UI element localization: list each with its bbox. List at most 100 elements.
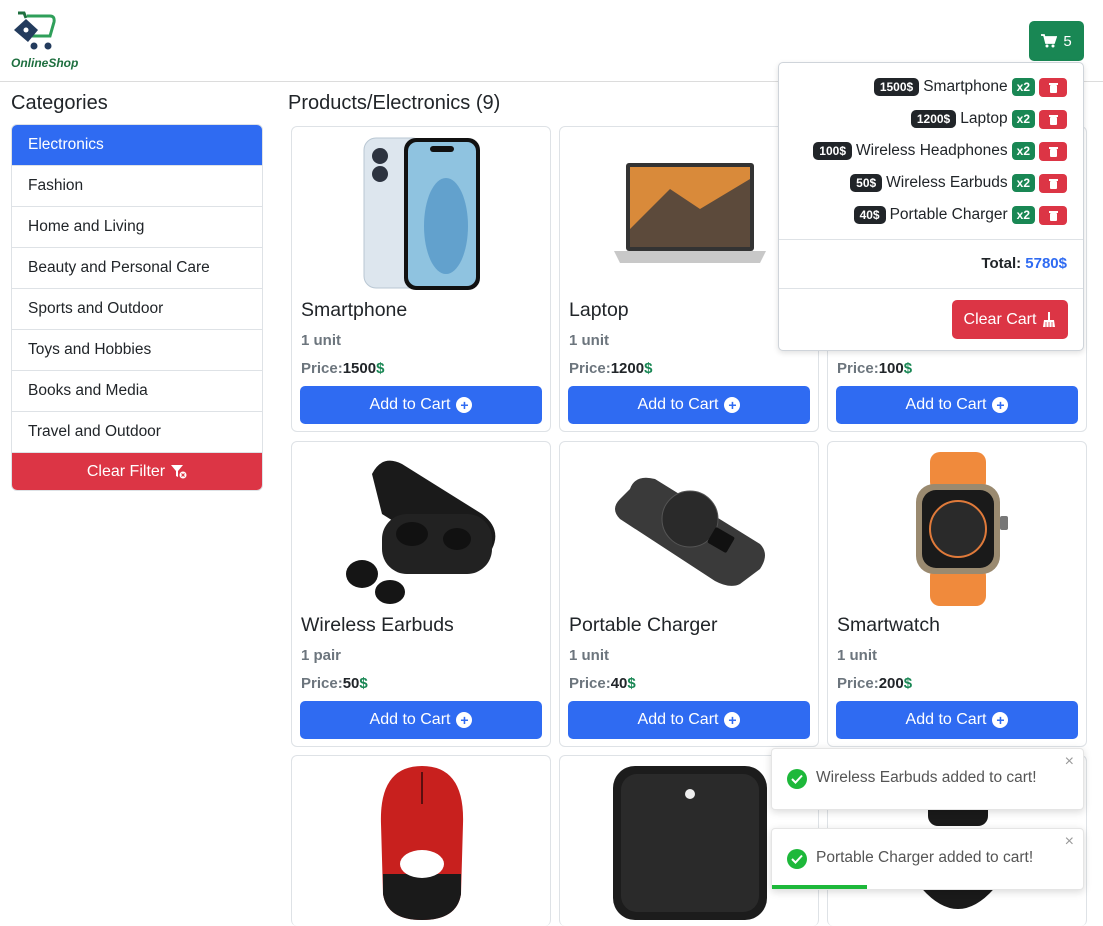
product-price: Price:40$	[569, 675, 636, 692]
product-price: Price:100$	[837, 360, 913, 377]
product-unit: 1 unit	[301, 332, 341, 349]
trash-icon	[1048, 178, 1058, 189]
laptop-image	[614, 163, 766, 263]
product-image-earbuds[interactable]	[332, 450, 512, 608]
earbuds-image	[346, 460, 496, 604]
cart-item-price: 40$	[853, 206, 886, 224]
trash-icon	[1048, 82, 1058, 93]
product-image-charger[interactable]	[600, 450, 780, 608]
cart-total-value: 5780$	[1025, 255, 1067, 272]
page-title: Products/Electronics (9)	[288, 92, 501, 114]
trash-icon	[1048, 210, 1058, 221]
plus-circle-icon: +	[724, 397, 741, 413]
product-unit: 1 unit	[837, 647, 877, 664]
product-card-earbuds: Wireless Earbuds 1 pair Price:50$ Add to…	[291, 441, 551, 747]
add-to-cart-button[interactable]: Add to Cart +	[836, 386, 1078, 424]
product-image-mouse[interactable]	[332, 764, 512, 922]
speaker-image	[613, 766, 767, 920]
toast-notification: Portable Charger added to cart! ×	[771, 828, 1084, 890]
product-image-speaker[interactable]	[610, 764, 770, 922]
product-card-mouse	[291, 755, 551, 926]
delete-item-button[interactable]	[1039, 205, 1067, 225]
category-item-fashion[interactable]: Fashion	[12, 166, 262, 207]
trash-icon	[1048, 146, 1058, 157]
sidebar: Categories Electronics Fashion Home and …	[11, 90, 263, 491]
product-image-laptop[interactable]	[600, 135, 780, 293]
category-list: Electronics Fashion Home and Living Beau…	[11, 124, 263, 491]
check-circle-icon	[787, 849, 807, 869]
product-unit: 1 unit	[569, 332, 609, 349]
cart-logo-icon	[14, 11, 56, 50]
cart-item-price: 100$	[813, 142, 852, 160]
smartwatch-image	[916, 452, 1008, 606]
broom-icon	[1043, 311, 1056, 327]
cart-item-name: Wireless Earbuds	[886, 174, 1008, 191]
category-item-books[interactable]: Books and Media	[12, 371, 262, 412]
check-circle-icon	[787, 769, 807, 789]
cart-dropdown: 1500$ Smartphone x2 1200$ Laptop x2 100$…	[778, 62, 1084, 351]
product-price: Price:1200$	[569, 360, 653, 377]
cart-icon	[1041, 34, 1058, 48]
brand-logo[interactable]: OnlineShop	[10, 10, 90, 72]
cart-item-name: Wireless Headphones	[856, 142, 1008, 159]
delete-item-button[interactable]	[1039, 173, 1067, 193]
product-unit: 1 unit	[569, 647, 609, 664]
divider	[779, 239, 1083, 240]
cart-item: 1500$ Smartphone x2	[873, 76, 1067, 98]
product-name: Laptop	[569, 299, 629, 321]
mouse-image	[380, 766, 464, 920]
category-item-travel[interactable]: Travel and Outdoor	[12, 412, 262, 453]
filter-clear-icon	[171, 464, 187, 478]
toast-progress-bar	[772, 885, 867, 889]
brand-name: OnlineShop	[11, 56, 79, 70]
category-item-electronics[interactable]: Electronics	[12, 125, 262, 166]
cart-total: Total: 5780$	[981, 255, 1067, 272]
close-icon[interactable]: ×	[1065, 753, 1074, 771]
category-item-beauty[interactable]: Beauty and Personal Care	[12, 248, 262, 289]
product-name: Portable Charger	[569, 614, 718, 636]
product-name: Wireless Earbuds	[301, 614, 454, 636]
delete-item-button[interactable]	[1039, 77, 1067, 97]
smartphone-image	[363, 137, 480, 290]
cart-item-price: 50$	[850, 174, 883, 192]
divider	[779, 288, 1083, 289]
cart-button[interactable]: 5	[1029, 21, 1084, 61]
category-item-toys[interactable]: Toys and Hobbies	[12, 330, 262, 371]
cart-item-qty: x2	[1011, 142, 1035, 160]
product-unit: 1 pair	[301, 647, 342, 664]
add-to-cart-button[interactable]: Add to Cart +	[568, 701, 810, 739]
product-card-smartphone: Smartphone 1 unit Price:1500$ Add to Car…	[291, 126, 551, 432]
trash-icon	[1048, 114, 1058, 125]
product-image-smartwatch[interactable]	[868, 450, 1048, 608]
plus-circle-icon: +	[992, 712, 1009, 728]
plus-circle-icon: +	[724, 712, 741, 728]
cart-item-name: Smartphone	[923, 78, 1008, 95]
category-item-sports[interactable]: Sports and Outdoor	[12, 289, 262, 330]
cart-item-qty: x2	[1011, 110, 1035, 128]
cart-item-qty: x2	[1011, 206, 1035, 224]
clear-filter-label: Clear Filter	[86, 462, 166, 480]
product-card-smartwatch: Smartwatch 1 unit Price:200$ Add to Cart…	[827, 441, 1087, 747]
product-price: Price:1500$	[301, 360, 385, 377]
category-item-home-living[interactable]: Home and Living	[12, 207, 262, 248]
toast-message: Portable Charger added to cart!	[816, 849, 1034, 866]
add-to-cart-button[interactable]: Add to Cart +	[300, 386, 542, 424]
clear-filter-button[interactable]: Clear Filter	[12, 453, 262, 490]
plus-circle-icon: +	[992, 397, 1009, 413]
product-name: Smartphone	[301, 299, 408, 321]
delete-item-button[interactable]	[1039, 141, 1067, 161]
cart-item-qty: x2	[1011, 78, 1035, 96]
delete-item-button[interactable]	[1039, 109, 1067, 129]
add-to-cart-button[interactable]: Add to Cart +	[568, 386, 810, 424]
close-icon[interactable]: ×	[1065, 833, 1074, 851]
product-card-charger: Portable Charger 1 unit Price:40$ Add to…	[559, 441, 819, 747]
product-image-smartphone[interactable]	[332, 135, 512, 293]
plus-circle-icon: +	[456, 712, 473, 728]
add-to-cart-button[interactable]: Add to Cart +	[300, 701, 542, 739]
product-name: Smartwatch	[837, 614, 940, 636]
cart-item: 100$ Wireless Headphones x2	[813, 140, 1067, 162]
categories-title: Categories	[11, 92, 108, 114]
clear-cart-button[interactable]: Clear Cart	[952, 300, 1068, 339]
add-to-cart-button[interactable]: Add to Cart +	[836, 701, 1078, 739]
cart-item-qty: x2	[1011, 174, 1035, 192]
